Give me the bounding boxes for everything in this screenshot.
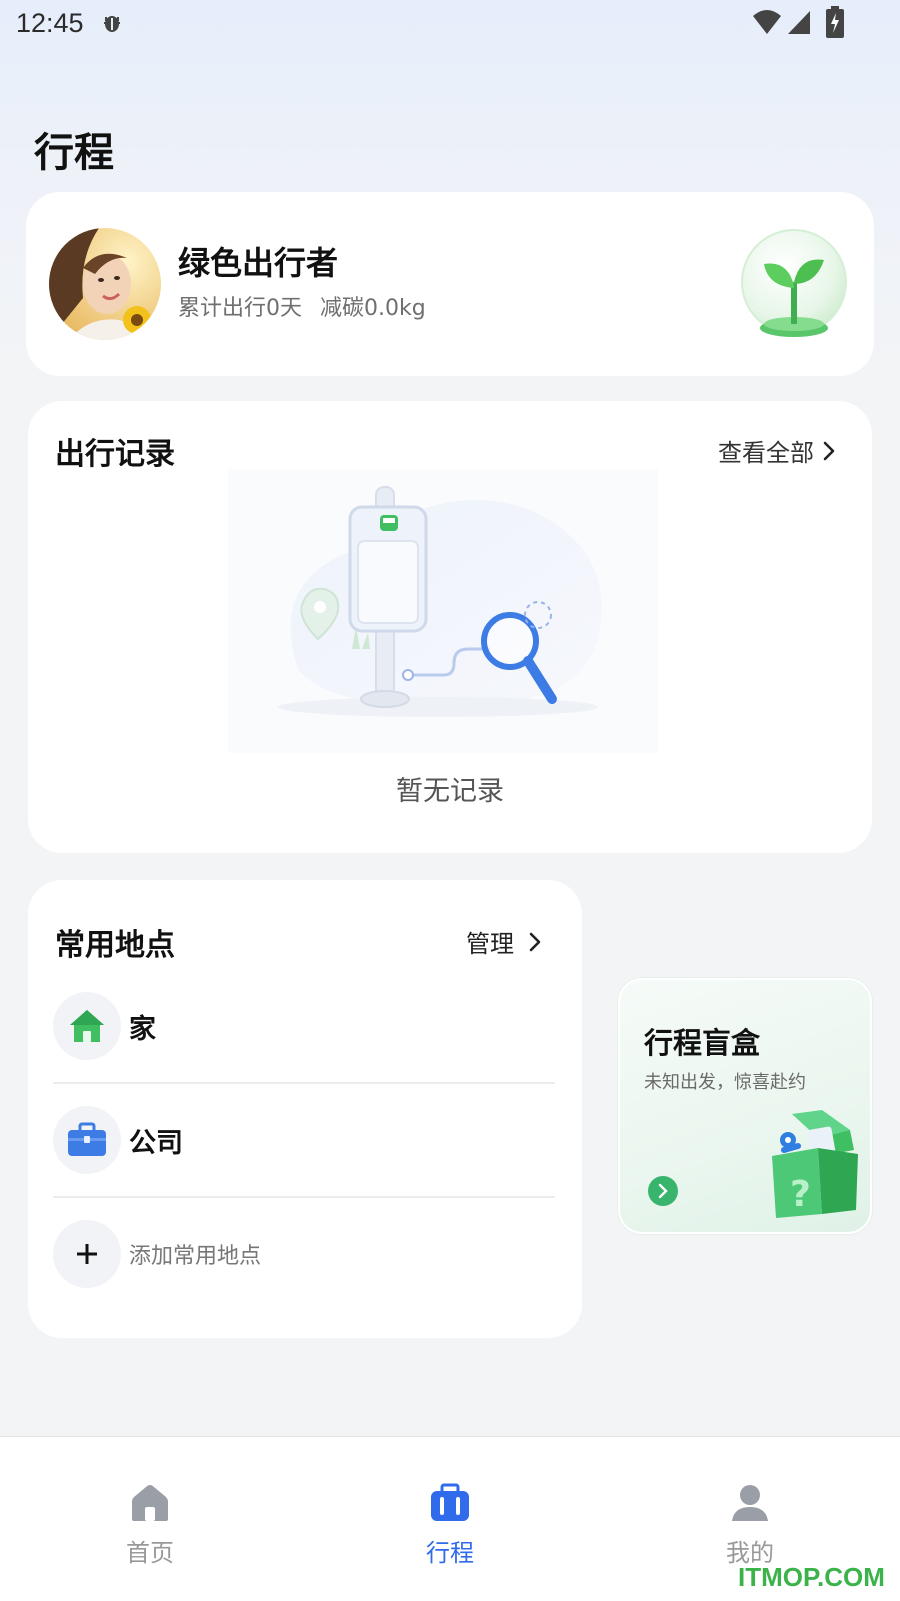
tab-home[interactable]: 首页 xyxy=(0,1437,300,1577)
chevron-right-icon xyxy=(529,932,541,951)
company-place-icon-wrap xyxy=(53,1106,121,1174)
briefcase-icon xyxy=(68,1122,106,1156)
view-all-label: 查看全部 xyxy=(718,439,814,467)
suitcase-icon xyxy=(431,1483,469,1521)
battery-icon xyxy=(826,6,844,38)
manage-label: 管理 xyxy=(466,930,514,958)
empty-records-illustration xyxy=(228,469,658,753)
trip-blind-box-card[interactable]: 行程盲盒 未知出发，惊喜赴约 ? xyxy=(618,978,872,1234)
empty-records-text: 暂无记录 xyxy=(396,776,504,807)
place-label-home: 家 xyxy=(129,1013,156,1045)
sprout-icon xyxy=(741,229,847,337)
add-place-icon-wrap xyxy=(53,1220,121,1288)
home-icon xyxy=(132,1485,168,1521)
bug-icon xyxy=(104,16,120,32)
home-place-icon-wrap xyxy=(53,992,121,1060)
add-place-row[interactable]: 添加常用地点 xyxy=(53,1218,555,1290)
trip-record-title: 出行记录 xyxy=(55,437,175,472)
chevron-right-icon xyxy=(823,441,835,460)
chevron-right-icon xyxy=(658,1183,668,1199)
blind-box-subtitle: 未知出发，惊喜赴约 xyxy=(644,1072,806,1093)
plus-icon xyxy=(77,1244,97,1264)
tab-profile[interactable]: 我的 xyxy=(600,1437,900,1577)
status-bar: 12:45 xyxy=(0,0,900,50)
tab-label-home: 首页 xyxy=(126,1539,174,1567)
view-all-link[interactable]: 查看全部 xyxy=(718,433,836,468)
profile-name: 绿色出行者 xyxy=(178,244,339,282)
page-title: 行程 xyxy=(34,130,114,176)
blind-box-title: 行程盲盒 xyxy=(644,1026,761,1060)
home-icon xyxy=(70,1010,104,1042)
avatar[interactable] xyxy=(49,228,161,340)
tab-trips[interactable]: 行程 xyxy=(300,1437,600,1577)
person-icon xyxy=(732,1485,768,1521)
gift-box-icon: ? xyxy=(772,1110,858,1218)
blind-box-go-button[interactable] xyxy=(648,1176,678,1206)
add-place-label: 添加常用地点 xyxy=(129,1244,262,1269)
place-label-company: 公司 xyxy=(129,1127,183,1159)
common-places-title: 常用地点 xyxy=(55,928,175,963)
trip-record-card: 出行记录 查看全部 暂无记录 xyxy=(28,401,872,853)
place-row-home[interactable]: 家 xyxy=(53,990,555,1062)
svg-text:?: ? xyxy=(790,1174,811,1215)
tab-label-trips: 行程 xyxy=(426,1539,474,1567)
common-places-card: 常用地点 管理 家 公司 添加常用地点 xyxy=(28,880,582,1338)
profile-card[interactable]: 绿色出行者 累计出行0天 减碳0.0kg xyxy=(26,192,874,376)
divider xyxy=(53,1196,555,1198)
wifi-icon xyxy=(753,10,781,34)
place-row-company[interactable]: 公司 xyxy=(53,1104,555,1176)
watermark: ITMOP.COM xyxy=(738,1562,885,1592)
stat-days: 累计出行0天 xyxy=(178,296,302,321)
profile-stats: 累计出行0天 减碳0.0kg xyxy=(178,290,426,322)
divider xyxy=(53,1082,555,1084)
signal-icon xyxy=(788,11,810,34)
status-time: 12:45 xyxy=(16,8,84,38)
stat-carbon: 减碳0.0kg xyxy=(320,296,426,321)
manage-places-link[interactable]: 管理 xyxy=(466,924,542,959)
